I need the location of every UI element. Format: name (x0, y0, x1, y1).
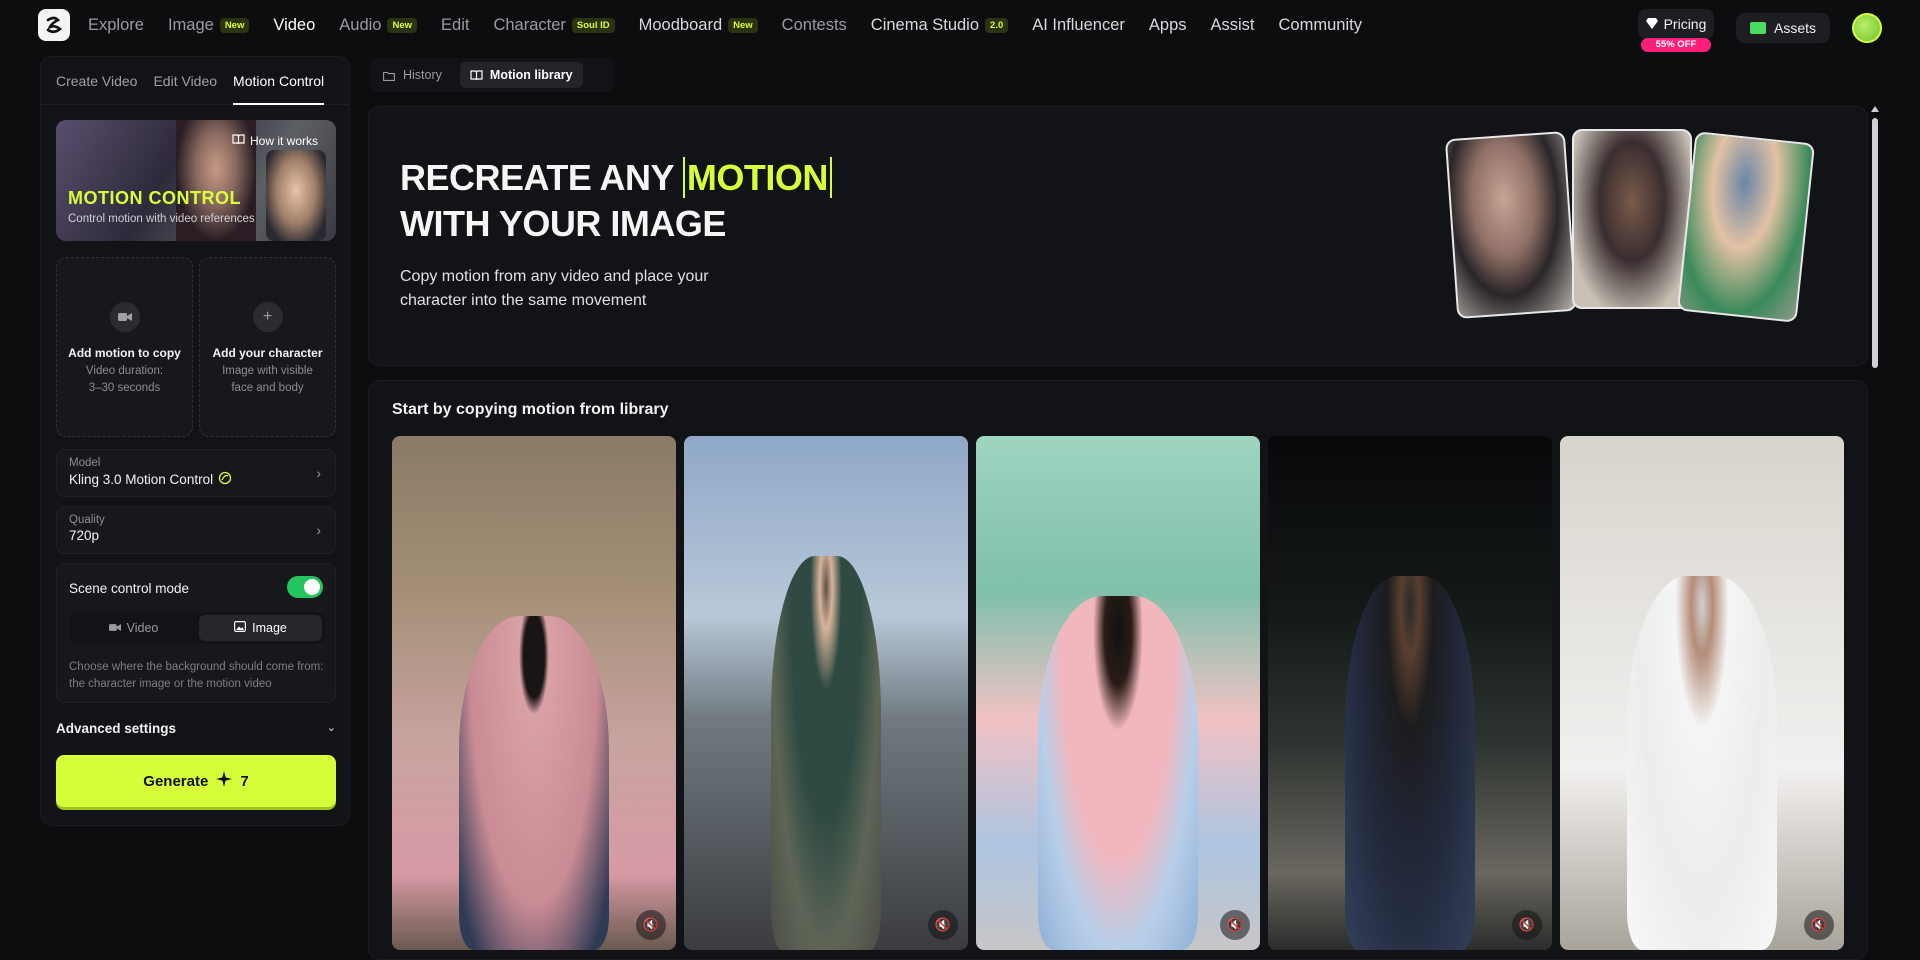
kling-logo-icon (218, 471, 232, 488)
tab-edit-video[interactable]: Edit Video (153, 71, 217, 104)
hero-thumbnail (266, 150, 326, 241)
library-video-tile[interactable]: 🔇 (1268, 436, 1552, 950)
mode-tabs: Create Video Edit Video Motion Control (41, 57, 349, 105)
banner-headline: RECREATE ANY MOTION WITH YOUR IMAGE (400, 155, 832, 247)
mute-icon[interactable]: 🔇 (1512, 910, 1542, 940)
video-camera-icon (109, 302, 140, 332)
upload-row: Add motion to copy Video duration: 3–30 … (56, 257, 336, 437)
nav-audio[interactable]: Audio New (339, 16, 418, 35)
motion-control-hero: How it works MOTION CONTROL Control moti… (56, 120, 336, 241)
tile-figure (1345, 576, 1475, 950)
library-title: Start by copying motion from library (392, 401, 669, 418)
tile-figure (459, 616, 609, 950)
nav-contests[interactable]: Contests (782, 16, 847, 35)
nav-assist[interactable]: Assist (1211, 16, 1255, 35)
chevron-right-icon: › (316, 522, 321, 538)
motion-banner: RECREATE ANY MOTION WITH YOUR IMAGE Copy… (368, 106, 1868, 366)
folder-icon (1749, 22, 1766, 34)
new-badge: New (387, 17, 418, 33)
chevron-down-icon: ⌄ (326, 722, 336, 734)
assets-button[interactable]: Assets (1735, 13, 1830, 43)
scroll-thumb[interactable] (1872, 118, 1878, 368)
nav-image[interactable]: Image New (168, 16, 250, 35)
how-it-works-button[interactable]: How it works (232, 134, 318, 148)
new-badge: New (219, 17, 250, 33)
tile-figure (1038, 596, 1198, 950)
motion-library: Start by copying motion from library 🔇 🔇… (368, 380, 1868, 960)
diamond-icon (1645, 16, 1658, 32)
library-tiles: 🔇 🔇 🔇 🔇 🔇 (392, 436, 1844, 950)
content-tabs: History Motion library (370, 58, 615, 92)
nav-explore[interactable]: Explore (88, 16, 144, 35)
pricing-group: Pricing 55% OFF (1637, 9, 1714, 52)
sparkle-icon (216, 771, 233, 791)
nav-community[interactable]: Community (1279, 16, 1362, 35)
scene-source-video[interactable]: Video (72, 615, 195, 641)
scroll-up-icon[interactable] (1871, 106, 1879, 112)
book-icon (470, 70, 483, 84)
mute-icon[interactable]: 🔇 (1804, 910, 1834, 940)
mute-icon[interactable]: 🔇 (1220, 910, 1250, 940)
tile-figure (1627, 576, 1777, 950)
scene-source-segmented: Video Image (69, 612, 325, 644)
library-video-tile[interactable]: 🔇 (1560, 436, 1844, 950)
book-icon (232, 134, 245, 148)
nav-character[interactable]: Character Soul ID (493, 16, 615, 35)
banner-subtitle: Copy motion from any video and place you… (400, 268, 709, 309)
folder-icon (383, 70, 395, 84)
soul-id-badge: Soul ID (571, 17, 615, 33)
video-camera-icon (108, 621, 121, 635)
scene-source-image[interactable]: Image (199, 615, 322, 641)
tab-create-video[interactable]: Create Video (56, 71, 137, 104)
library-video-tile[interactable]: 🔇 (684, 436, 968, 950)
plus-icon: + (252, 302, 283, 332)
tab-history[interactable]: History (373, 62, 452, 88)
chevron-right-icon: › (316, 465, 321, 481)
advanced-settings-toggle[interactable]: Advanced settings ⌄ (56, 721, 336, 736)
nav-moodboard[interactable]: Moodboard New (639, 16, 758, 35)
left-panel: Create Video Edit Video Motion Control H… (40, 56, 350, 826)
mute-icon[interactable]: 🔇 (928, 910, 958, 940)
image-icon (234, 621, 247, 635)
hero-title: MOTION CONTROL (68, 188, 241, 208)
user-avatar[interactable] (1852, 13, 1882, 43)
tab-motion-control[interactable]: Motion Control (233, 71, 325, 105)
nav-right: Pricing 55% OFF Assets (1637, 9, 1882, 52)
tile-figure (771, 556, 881, 950)
nav-video[interactable]: Video (273, 16, 315, 35)
library-video-tile[interactable]: 🔇 (976, 436, 1260, 950)
nav-items: Explore Image New Video Audio New Edit Cha… (88, 16, 1386, 35)
page-scrollbar[interactable] (1870, 106, 1880, 960)
model-selector[interactable]: Model Kling 3.0 Motion Control › (56, 449, 336, 497)
version-badge: 2.0 (985, 17, 1009, 33)
hero-subtitle: Control motion with video references (68, 213, 255, 225)
library-video-tile[interactable]: 🔇 (392, 436, 676, 950)
credit-cost: 7 (240, 772, 249, 790)
banner-photo-card (1444, 131, 1578, 319)
new-badge: New (728, 17, 758, 33)
top-nav: Explore Image New Video Audio New Edit Cha… (0, 0, 1920, 52)
app-logo[interactable] (38, 9, 70, 41)
quality-selector[interactable]: Quality 720p › (56, 506, 336, 554)
nav-ai-influencer[interactable]: AI Influencer (1032, 16, 1125, 35)
discount-badge: 55% OFF (1640, 38, 1711, 52)
banner-photo-card (1572, 129, 1692, 309)
pricing-button[interactable]: Pricing (1637, 9, 1714, 39)
add-motion-dropzone[interactable]: Add motion to copy Video duration: 3–30 … (56, 257, 193, 437)
banner-photo-card (1676, 131, 1816, 323)
add-character-dropzone[interactable]: + Add your character Image with visible … (199, 257, 336, 437)
tab-motion-library[interactable]: Motion library (459, 62, 583, 88)
nav-apps[interactable]: Apps (1149, 16, 1187, 35)
nav-edit[interactable]: Edit (441, 16, 469, 35)
nav-cinema-studio[interactable]: Cinema Studio 2.0 (871, 16, 1009, 35)
scene-control-toggle[interactable] (287, 576, 323, 598)
generate-button[interactable]: Generate 7 (56, 755, 336, 807)
scene-control-card: Scene control mode Video Image Choose wh… (56, 563, 336, 703)
mute-icon[interactable]: 🔇 (636, 910, 666, 940)
